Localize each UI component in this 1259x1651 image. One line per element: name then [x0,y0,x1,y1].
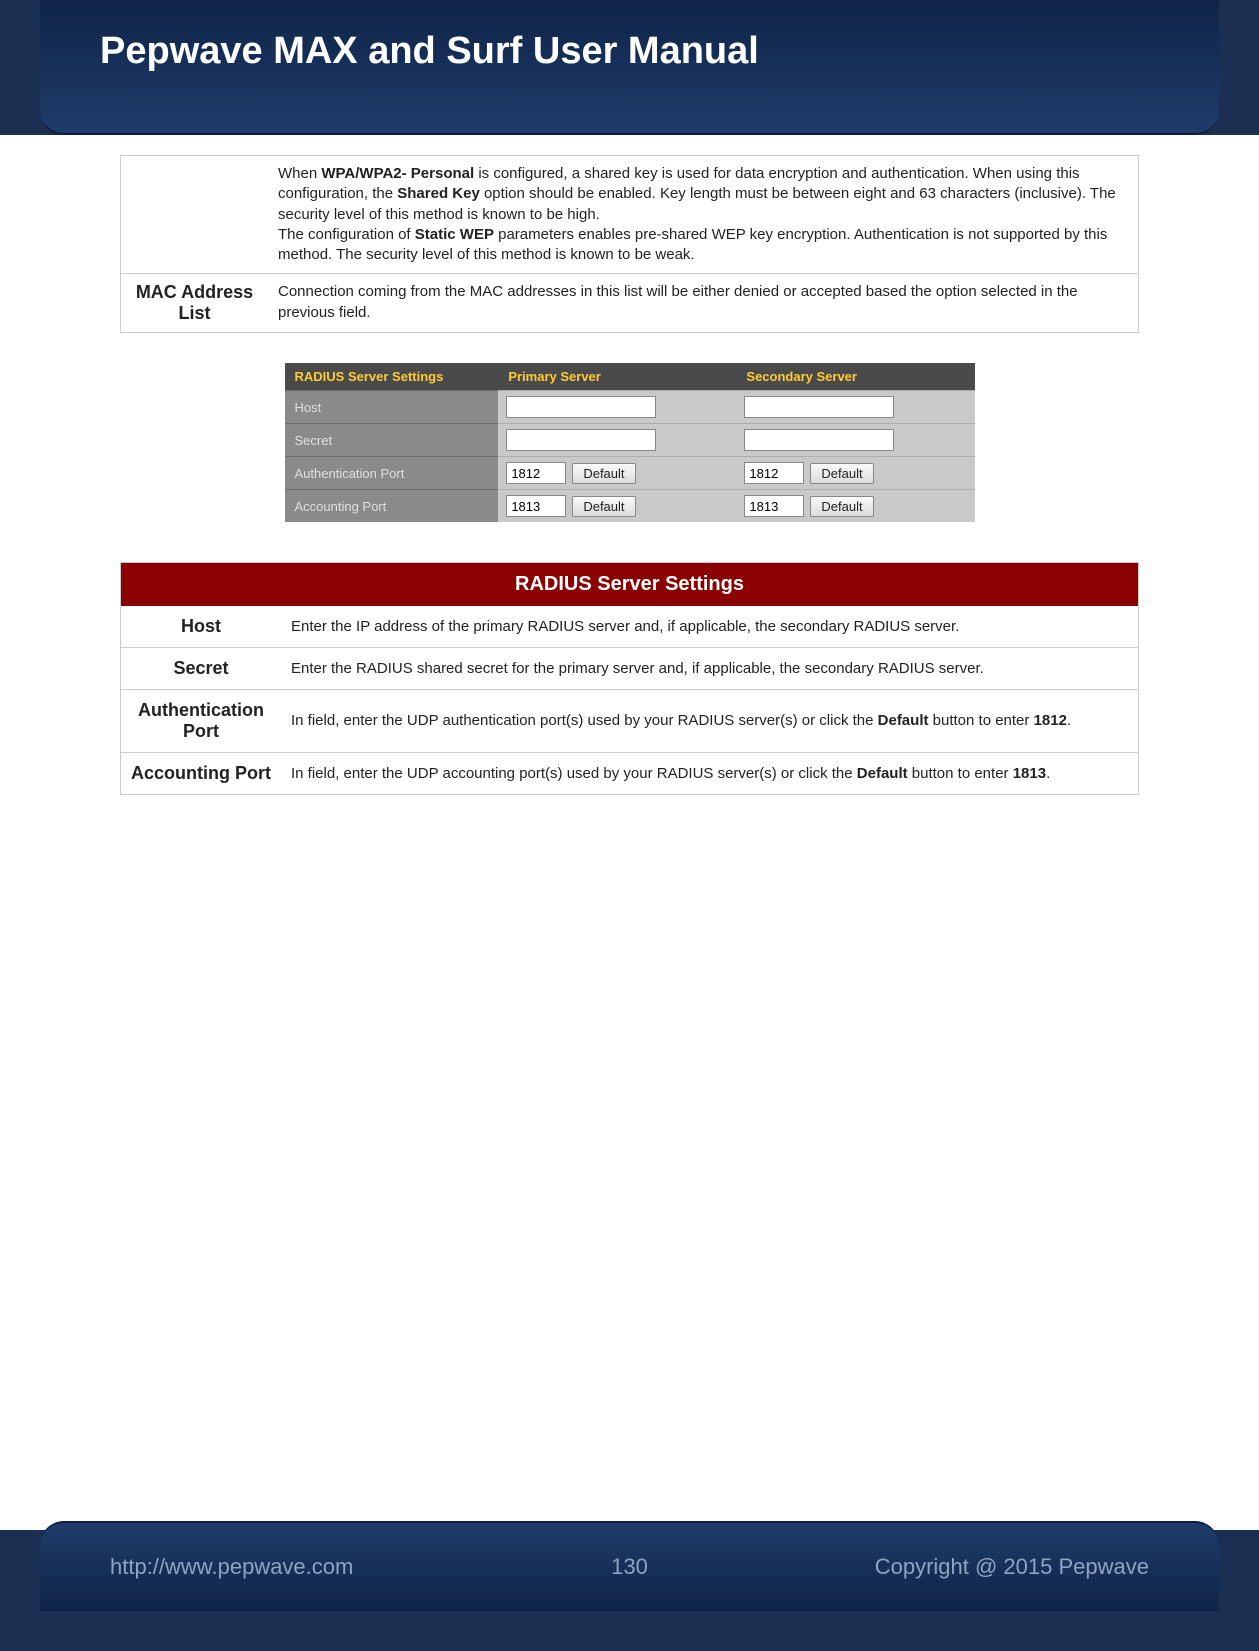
secret-secondary-input[interactable] [744,429,894,451]
text: The configuration of [278,226,415,243]
host-primary-input[interactable] [506,396,656,418]
text: . [1046,765,1050,782]
text: In field, enter the UDP accounting port(… [291,765,857,782]
secondary-server-header: Secondary Server [736,363,974,391]
text: In field, enter the UDP authentication p… [291,712,878,729]
radius-description-header: RADIUS Server Settings [121,563,1139,607]
desc-acct-text: In field, enter the UDP accounting port(… [281,753,1139,795]
security-row1-content: When WPA/WPA2- Personal is configured, a… [268,156,1139,274]
acct-port-primary-input[interactable] [506,495,566,517]
bold-text: Default [857,765,908,782]
desc-auth-label: Authentication Port [121,690,282,753]
acct-port-secondary-input[interactable] [744,495,804,517]
mac-address-list-label: MAC Address List [121,274,269,333]
acct-port-primary-default-button[interactable]: Default [572,496,635,517]
footer-url: http://www.pepwave.com [110,1554,570,1580]
bold-text: 1812 [1034,712,1067,729]
auth-port-primary-input[interactable] [506,462,566,484]
desc-secret-label: Secret [121,648,282,690]
radius-settings-table: RADIUS Server Settings Primary Server Se… [285,363,975,522]
bold-text: 1813 [1013,765,1046,782]
desc-host-label: Host [121,606,282,648]
radius-settings-screenshot: RADIUS Server Settings Primary Server Se… [285,363,975,522]
page-title: Pepwave MAX and Surf User Manual [100,30,1159,73]
page-body: When WPA/WPA2- Personal is configured, a… [40,135,1219,1485]
auth-port-primary-default-button[interactable]: Default [572,463,635,484]
security-table: When WPA/WPA2- Personal is configured, a… [120,155,1139,333]
text: button to enter [928,712,1033,729]
secret-primary-input[interactable] [506,429,656,451]
acct-port-secondary-default-button[interactable]: Default [810,496,873,517]
bold-text: Static WEP [415,226,494,243]
auth-port-row-label: Authentication Port [285,457,499,490]
bold-text: Default [878,712,929,729]
desc-auth-text: In field, enter the UDP authentication p… [281,690,1139,753]
radius-description-table: RADIUS Server Settings Host Enter the IP… [120,562,1139,795]
page: Pepwave MAX and Surf User Manual When WP… [0,0,1259,1651]
primary-server-header: Primary Server [498,363,736,391]
host-row-label: Host [285,391,499,424]
desc-acct-label: Accounting Port [121,753,282,795]
footer-copyright: Copyright @ 2015 Pepwave [690,1554,1150,1580]
desc-host-text: Enter the IP address of the primary RADI… [281,606,1139,648]
footer-page-number: 130 [570,1554,690,1580]
desc-secret-text: Enter the RADIUS shared secret for the p… [281,648,1139,690]
page-header: Pepwave MAX and Surf User Manual [40,0,1219,135]
bold-text: WPA/WPA2- Personal [321,165,474,182]
bold-text: Shared Key [397,185,480,202]
auth-port-secondary-input[interactable] [744,462,804,484]
text: button to enter [908,765,1013,782]
mac-address-list-content: Connection coming from the MAC addresses… [268,274,1139,333]
radius-settings-header: RADIUS Server Settings [285,363,499,391]
page-footer: http://www.pepwave.com 130 Copyright @ 2… [40,1521,1219,1611]
auth-port-secondary-default-button[interactable]: Default [810,463,873,484]
text: . [1067,712,1071,729]
acct-port-row-label: Accounting Port [285,490,499,523]
host-secondary-input[interactable] [744,396,894,418]
secret-row-label: Secret [285,424,499,457]
text: When [278,165,321,182]
security-row1-label [121,156,269,274]
